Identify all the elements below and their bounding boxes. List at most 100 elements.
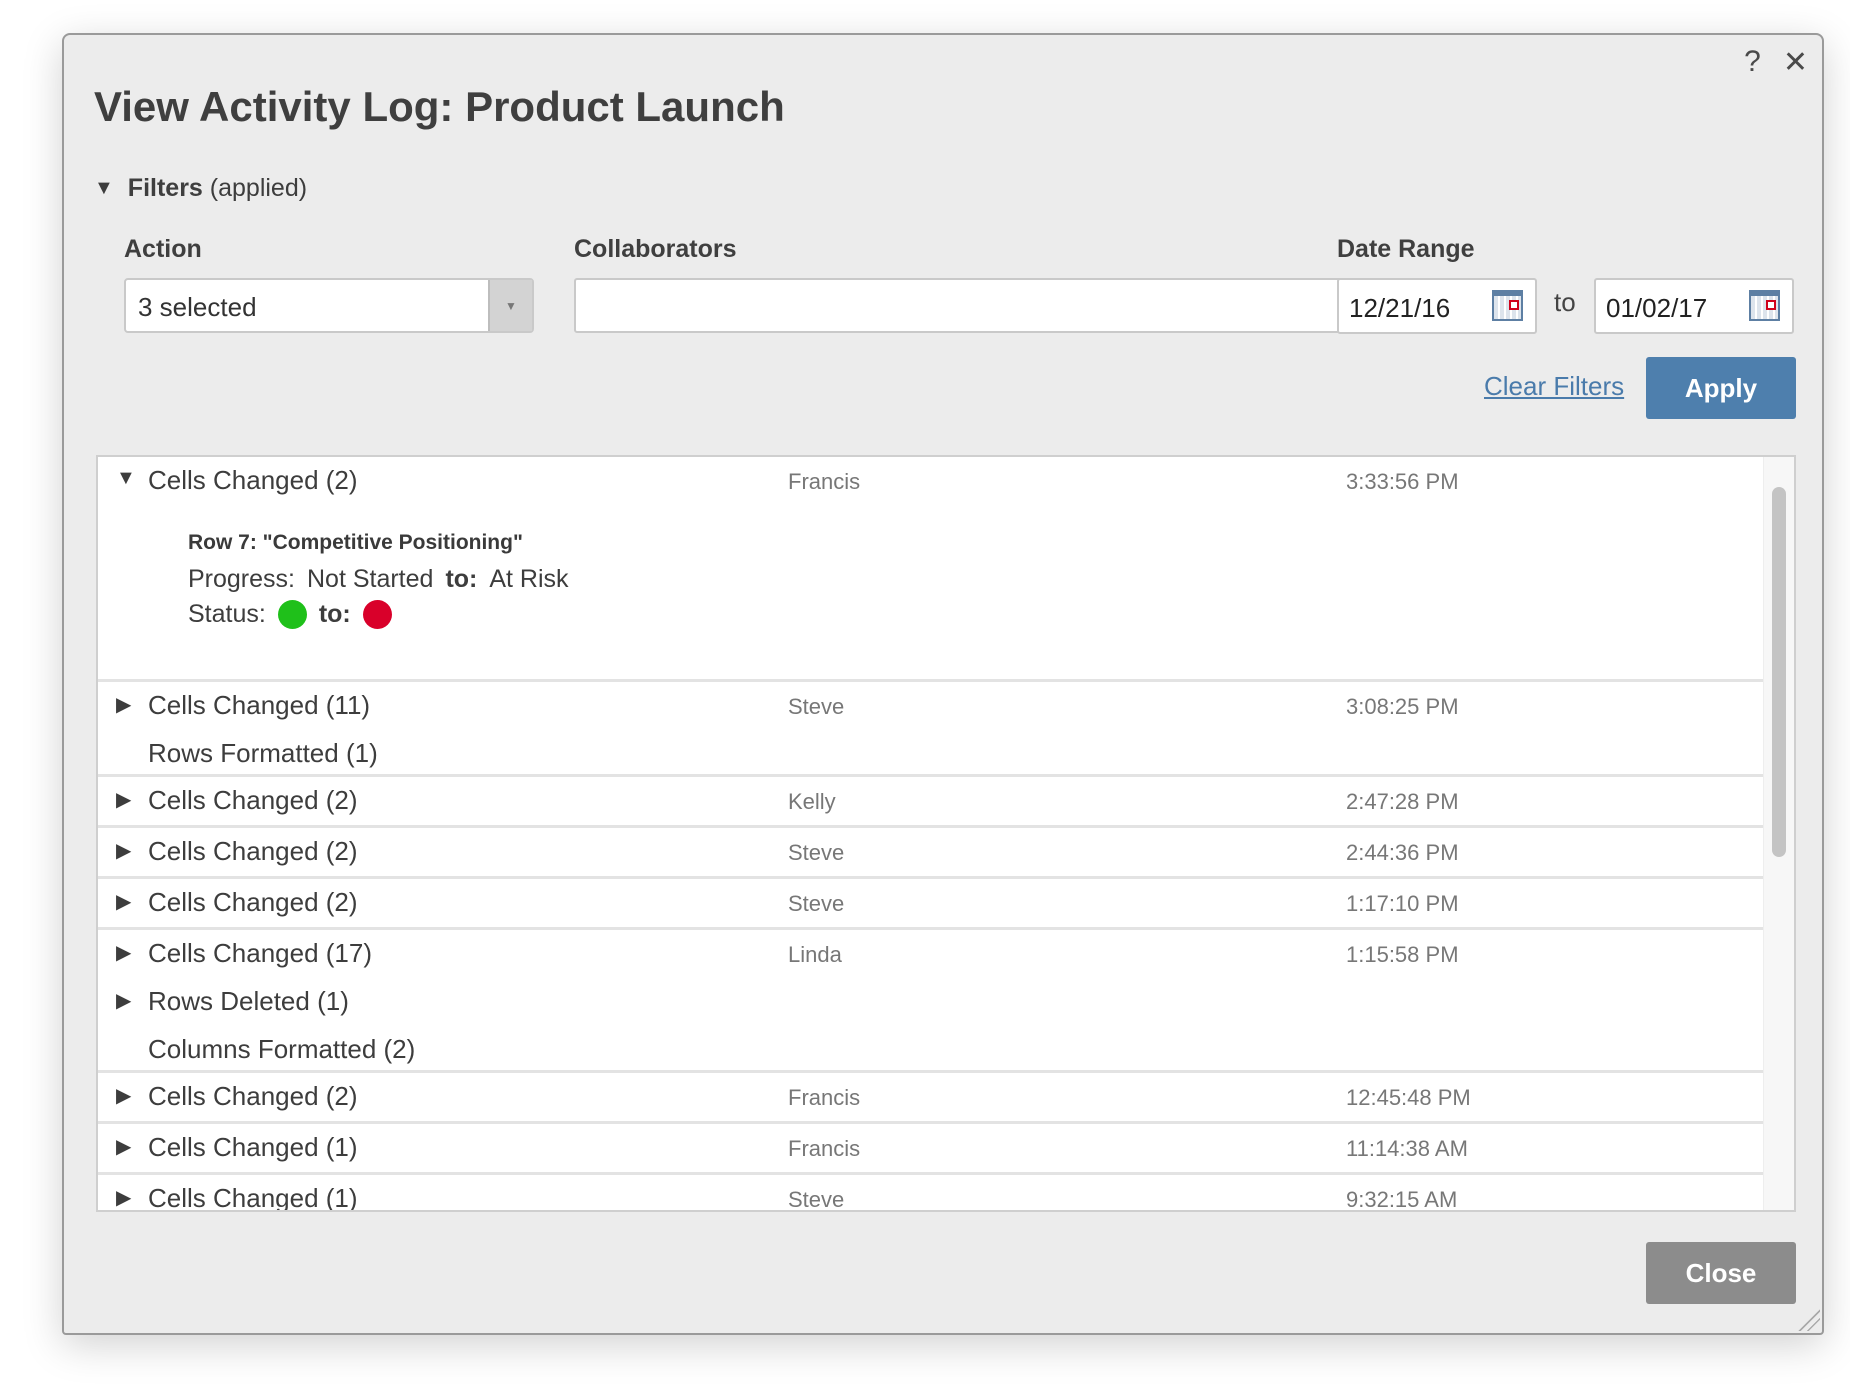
progress-to: At Risk [489, 565, 569, 593]
dialog-header-icons: ? ✕ [1744, 45, 1808, 80]
log-action-line[interactable]: ▶ Cells Changed (2) Kelly 2:47:28 PM [98, 777, 1766, 825]
progress-change: Progress: Not Started to: At Risk [188, 565, 1766, 594]
log-action-line[interactable]: ▼ Cells Changed (2) Francis 3:33:56 PM [98, 457, 1766, 505]
triangle-right-icon[interactable]: ▶ [116, 940, 131, 965]
close-button[interactable]: Close [1646, 1242, 1796, 1304]
triangle-right-icon[interactable]: ▶ [116, 1083, 131, 1108]
triangle-right-icon[interactable]: ▶ [116, 787, 131, 812]
log-action-label: Cells Changed (11) [148, 690, 371, 720]
log-action-label: Cells Changed (2) [148, 465, 358, 495]
log-action-line[interactable]: ▶ Rows Deleted (1) [98, 978, 1766, 1026]
log-time: 1:17:10 PM [1346, 891, 1459, 916]
log-action-line: Rows Formatted (1) [98, 730, 1766, 774]
calendar-icon[interactable] [1492, 290, 1523, 321]
close-icon[interactable]: ✕ [1783, 45, 1808, 80]
changed-row-name: Row 7: "Competitive Positioning" [188, 531, 523, 554]
log-action-label: Cells Changed (2) [148, 785, 358, 815]
log-entry: ▶ Cells Changed (2) Francis 12:45:48 PM [98, 1073, 1766, 1124]
log-time: 12:45:48 PM [1346, 1085, 1471, 1110]
date-to-field[interactable]: 01/02/17 [1594, 278, 1794, 334]
filters-toggle[interactable]: ▼ Filters (applied) [94, 174, 307, 203]
log-user: Linda [788, 942, 842, 967]
status-label: Status: [188, 600, 266, 628]
log-action-label: Cells Changed (1) [148, 1183, 358, 1212]
log-entry: ▶ Cells Changed (2) Kelly 2:47:28 PM [98, 777, 1766, 828]
log-user: Steve [788, 840, 845, 865]
to-label: to: [445, 565, 478, 593]
log-entry: ▶ Cells Changed (1) Francis 11:14:38 AM [98, 1124, 1766, 1175]
filters-state: (applied) [209, 174, 308, 202]
log-time: 2:44:36 PM [1346, 840, 1459, 865]
triangle-right-icon[interactable]: ▶ [116, 988, 131, 1013]
progress-from: Not Started [306, 565, 434, 593]
log-action-line[interactable]: ▶ Cells Changed (2) Steve 1:17:10 PM [98, 879, 1766, 927]
triangle-right-icon[interactable]: ▶ [116, 838, 131, 863]
calendar-icon[interactable] [1749, 290, 1780, 321]
activity-log-dialog: ? ✕ View Activity Log: Product Launch ▼ … [62, 33, 1824, 1335]
action-select[interactable]: 3 selected ▼ [124, 278, 534, 333]
log-user: Kelly [788, 789, 836, 814]
log-action-label: Columns Formatted (2) [148, 1034, 416, 1064]
date-range-separator: to [1554, 287, 1576, 317]
log-entry: ▶ Cells Changed (17) Linda 1:15:58 PM ▶ Rows … [98, 930, 1766, 1073]
log-action-label: Rows Formatted (1) [148, 738, 378, 768]
date-from-value: 12/21/16 [1349, 293, 1451, 323]
date-to-value: 01/02/17 [1606, 293, 1708, 323]
clear-filters-link[interactable]: Clear Filters [1484, 371, 1624, 402]
log-action-label: Cells Changed (1) [148, 1132, 358, 1162]
triangle-down-icon[interactable]: ▼ [116, 467, 136, 490]
action-select-value: 3 selected [138, 292, 257, 322]
log-action-line[interactable]: ▶ Cells Changed (17) Linda 1:15:58 PM [98, 930, 1766, 978]
log-time: 3:33:56 PM [1346, 469, 1459, 494]
log-action-label: Cells Changed (17) [148, 938, 373, 968]
status-green-dot-icon [277, 600, 307, 629]
log-entry: ▶ Cells Changed (1) Steve 9:32:15 AM [98, 1175, 1766, 1212]
log-user: Francis [788, 1136, 861, 1161]
triangle-right-icon[interactable]: ▶ [116, 692, 131, 717]
to-label: to: [318, 600, 351, 628]
triangle-right-icon[interactable]: ▶ [116, 1134, 131, 1159]
log-time: 1:15:58 PM [1346, 942, 1459, 967]
log-action-label: Cells Changed (2) [148, 1081, 358, 1111]
chevron-down-icon[interactable]: ▼ [488, 280, 532, 331]
date-range-label: Date Range [1337, 235, 1475, 263]
apply-button[interactable]: Apply [1646, 357, 1796, 419]
log-action-line[interactable]: ▶ Cells Changed (1) Steve 9:32:15 AM [98, 1175, 1766, 1212]
change-detail: Row 7: "Competitive Positioning" Progres… [98, 505, 1766, 679]
log-entry: ▼ Cells Changed (2) Francis 3:33:56 PM Row … [98, 457, 1766, 682]
date-from-field[interactable]: 12/21/16 [1337, 278, 1537, 334]
log-time: 9:32:15 AM [1346, 1187, 1458, 1212]
status-red-dot-icon [362, 600, 392, 629]
log-user: Steve [788, 1187, 845, 1212]
resize-handle-icon[interactable] [1796, 1307, 1820, 1331]
progress-label: Progress: [188, 565, 295, 593]
triangle-right-icon[interactable]: ▶ [116, 889, 131, 914]
scrollbar-thumb[interactable] [1772, 487, 1786, 857]
log-user: Francis [788, 1085, 861, 1110]
log-time: 3:08:25 PM [1346, 694, 1459, 719]
log-entry: ▶ Cells Changed (2) Steve 2:44:36 PM [98, 828, 1766, 879]
log-entry: ▶ Cells Changed (11) Steve 3:08:25 PM Rows F… [98, 682, 1766, 777]
scrollbar-track[interactable] [1763, 457, 1794, 1210]
status-change: Status: to: [188, 600, 1766, 629]
collaborators-label: Collaborators [574, 235, 737, 263]
log-action-line[interactable]: ▶ Cells Changed (1) Francis 11:14:38 AM [98, 1124, 1766, 1172]
log-action-line[interactable]: ▶ Cells Changed (2) Steve 2:44:36 PM [98, 828, 1766, 876]
log-user: Francis [788, 469, 861, 494]
log-action-line[interactable]: ▶ Cells Changed (11) Steve 3:08:25 PM [98, 682, 1766, 730]
log-action-line[interactable]: ▶ Cells Changed (2) Francis 12:45:48 PM [98, 1073, 1766, 1121]
triangle-down-icon: ▼ [94, 177, 114, 199]
activity-log-list: ▼ Cells Changed (2) Francis 3:33:56 PM Row … [96, 455, 1796, 1212]
action-label: Action [124, 235, 202, 263]
filters-label: Filters [127, 174, 203, 202]
log-user: Steve [788, 694, 845, 719]
collaborators-input[interactable] [574, 278, 1362, 333]
dialog-title: View Activity Log: Product Launch [94, 83, 785, 130]
log-action-label: Cells Changed (2) [148, 836, 358, 866]
triangle-right-icon[interactable]: ▶ [116, 1185, 131, 1210]
log-entry: ▶ Cells Changed (2) Steve 1:17:10 PM [98, 879, 1766, 930]
help-icon[interactable]: ? [1744, 45, 1761, 80]
log-time: 11:14:38 AM [1346, 1136, 1468, 1161]
log-action-label: Cells Changed (2) [148, 887, 358, 917]
log-user: Steve [788, 891, 845, 916]
